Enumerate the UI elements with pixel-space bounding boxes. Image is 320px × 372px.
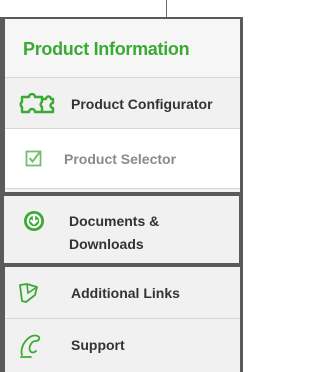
menu-item-label-line1: Documents & <box>69 213 160 229</box>
download-icon <box>23 210 45 237</box>
menu-header: Product Information <box>5 17 240 78</box>
top-divider-line <box>166 0 167 17</box>
menu-item-product-configurator[interactable]: Product Configurator <box>5 78 240 129</box>
link-tag-icon <box>17 281 41 310</box>
menu-item-product-selector[interactable]: Product Selector <box>5 129 240 189</box>
menu-item-support[interactable]: Support <box>5 319 240 372</box>
phone-icon <box>18 333 44 364</box>
product-info-menu: Product Information Product Configurator… <box>0 17 243 372</box>
menu-header-title: Product Information <box>23 39 190 59</box>
menu-item-label: Product Configurator <box>71 96 213 112</box>
menu-item-label: Support <box>71 337 125 353</box>
puzzle-icon <box>19 92 55 120</box>
menu-item-additional-links[interactable]: Additional Links <box>5 267 240 319</box>
menu-item-documents-downloads[interactable]: Documents & Downloads <box>0 192 243 267</box>
checkbox-icon <box>25 149 43 172</box>
menu-item-label: Product Selector <box>64 151 177 167</box>
menu-item-label-line2: Downloads <box>69 236 144 252</box>
menu-item-label: Additional Links <box>71 285 180 301</box>
